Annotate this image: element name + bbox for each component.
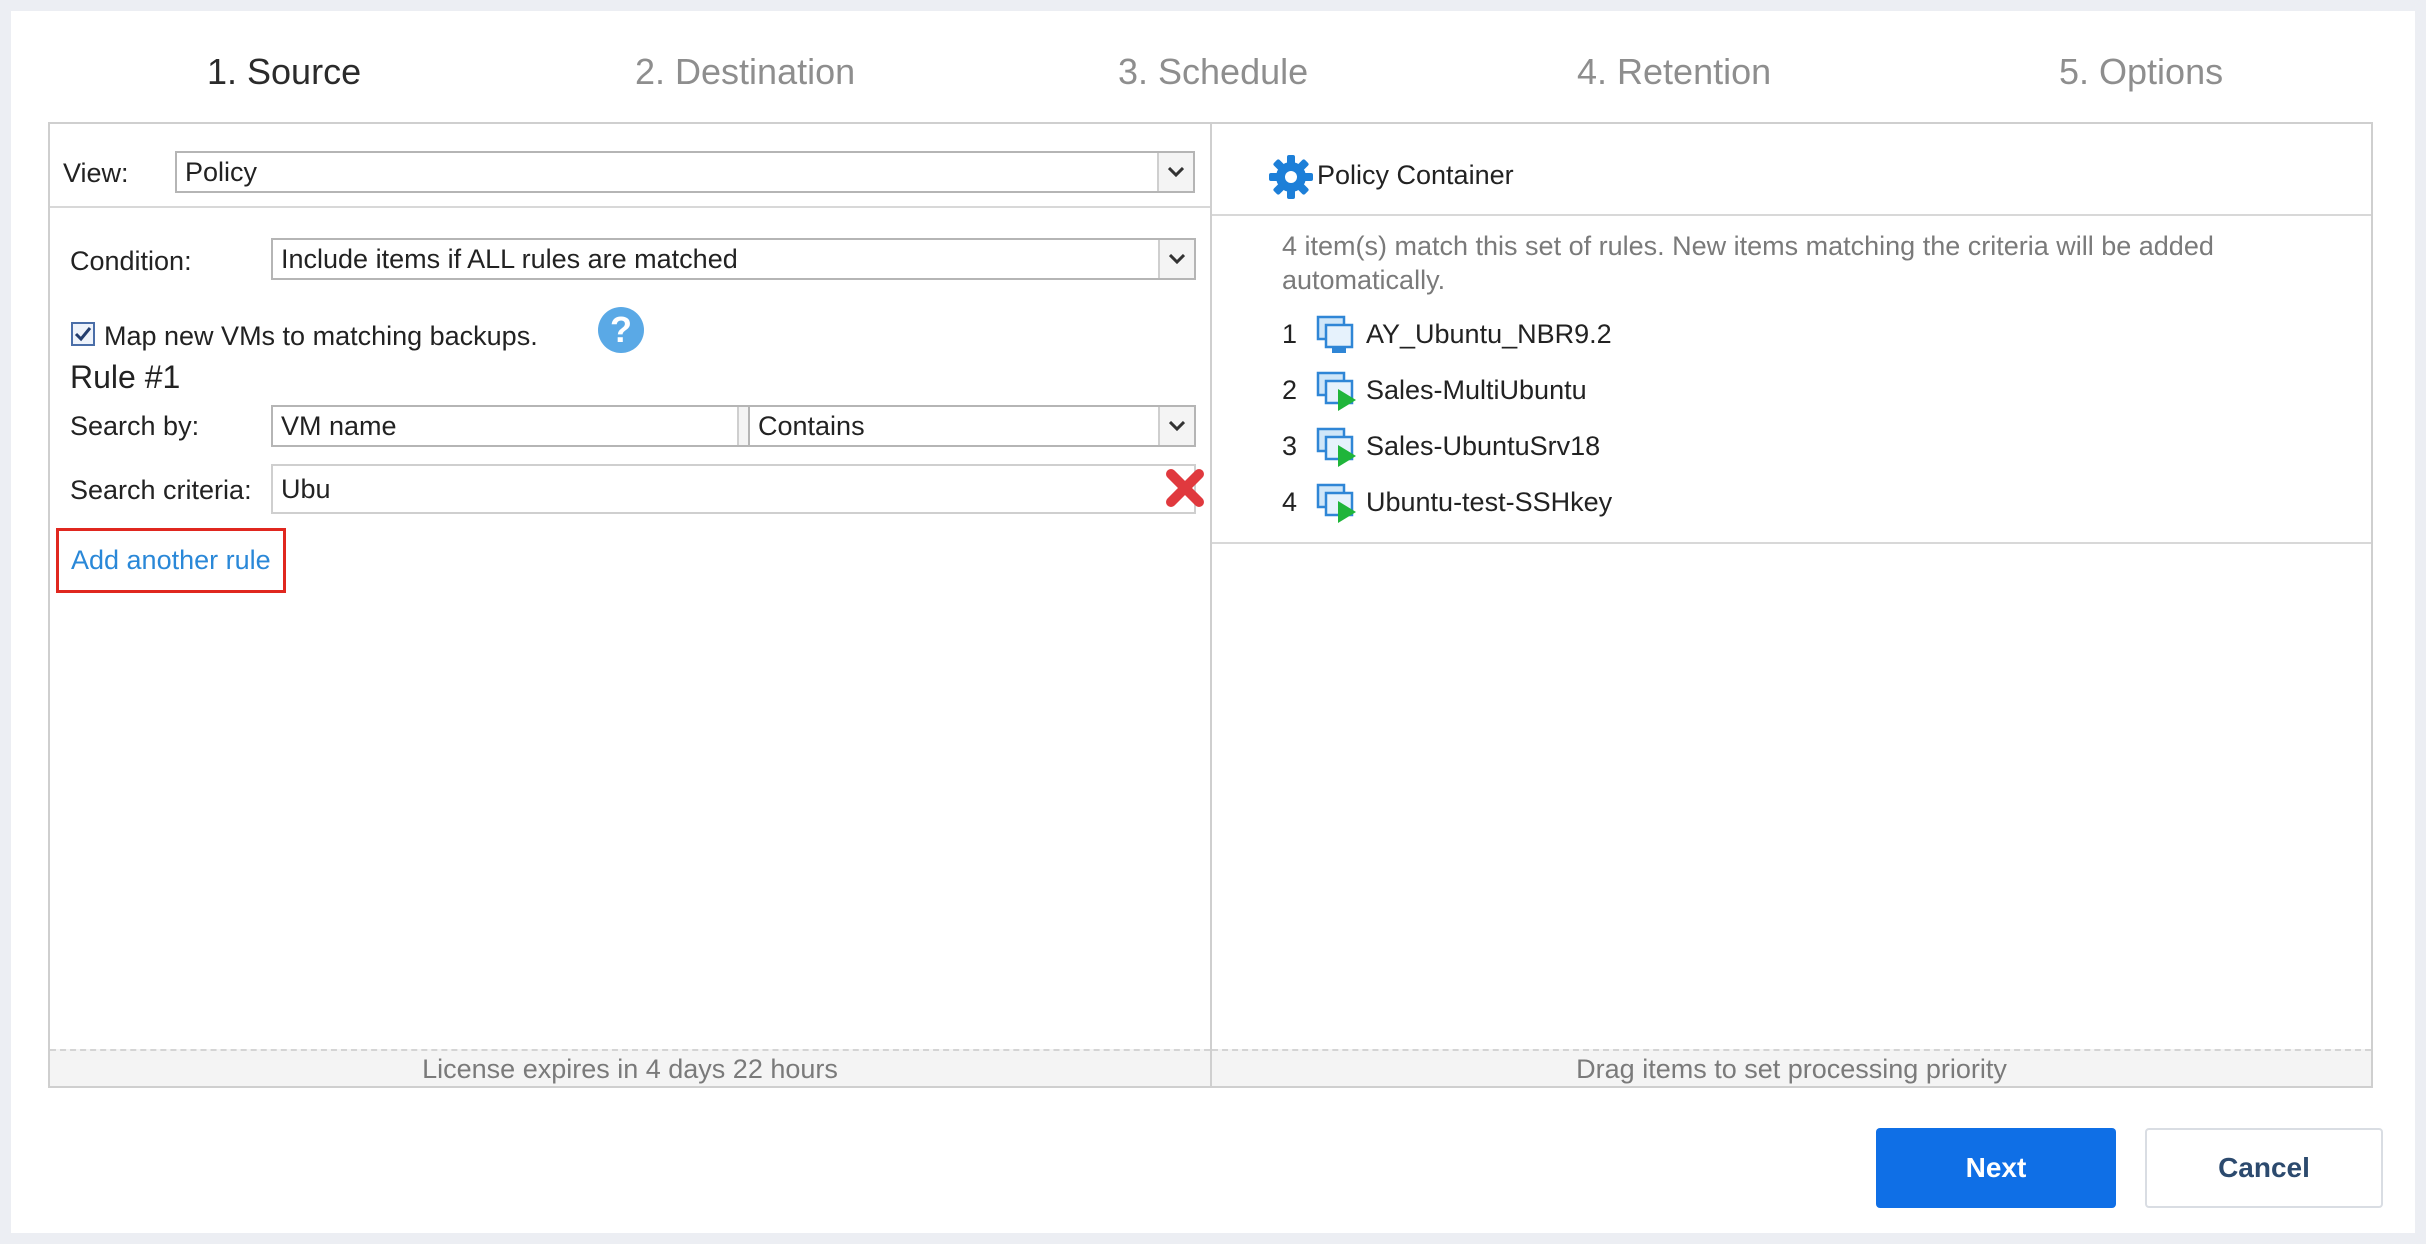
vm-running-icon	[1314, 369, 1358, 420]
rule-title: Rule #1	[70, 359, 181, 395]
vm-icon	[1314, 313, 1358, 364]
view-select-value: Policy	[185, 157, 258, 187]
vm-name: AY_Ubuntu_NBR9.2	[1366, 319, 1612, 349]
step-options[interactable]: 5. Options	[2059, 51, 2223, 93]
criteria-value: Ubu	[281, 474, 331, 504]
item-number: 1	[1282, 319, 1298, 349]
chevron-down-icon	[1158, 240, 1194, 278]
search-by-value: VM name	[281, 411, 397, 441]
chevron-down-icon	[1157, 153, 1193, 191]
license-footer: License expires in 4 days 22 hours	[50, 1049, 1210, 1086]
step-retention[interactable]: 4. Retention	[1577, 51, 1771, 93]
match-type-value: Contains	[758, 411, 865, 441]
criteria-input[interactable]: Ubu	[271, 464, 1196, 514]
view-label: View:	[63, 158, 129, 188]
search-by-label: Search by:	[70, 411, 200, 441]
wizard-steps: 1. Source 2. Destination 3. Schedule 4. …	[11, 11, 2415, 121]
match-info-text: 4 item(s) match this set of rules. New i…	[1282, 231, 2214, 295]
view-separator	[50, 206, 1210, 208]
policy-container-title: Policy Container	[1317, 160, 1514, 190]
help-icon[interactable]: ?	[598, 307, 644, 353]
item-number: 2	[1282, 375, 1298, 405]
priority-footer: Drag items to set processing priority	[1212, 1049, 2371, 1086]
search-by-select[interactable]: VM name	[271, 405, 775, 447]
pane-divider	[1210, 124, 1212, 1086]
delete-rule-icon[interactable]	[1164, 467, 1206, 514]
container-header-separator	[1212, 214, 2371, 216]
view-select[interactable]: Policy	[175, 151, 1195, 193]
items-separator	[1212, 542, 2371, 544]
criteria-label: Search criteria:	[70, 475, 252, 505]
next-button[interactable]: Next	[1876, 1128, 2116, 1208]
cancel-button[interactable]: Cancel	[2145, 1128, 2383, 1208]
step-source[interactable]: 1. Source	[207, 51, 361, 93]
map-vms-label: Map new VMs to matching backups.	[104, 321, 538, 351]
vm-running-icon	[1314, 481, 1358, 532]
map-vms-checkbox[interactable]	[71, 322, 95, 346]
condition-select[interactable]: Include items if ALL rules are matched	[271, 238, 1196, 280]
vm-name: Ubuntu-test-SSHkey	[1366, 487, 1613, 517]
step-destination[interactable]: 2. Destination	[635, 51, 855, 93]
add-another-rule-link[interactable]: Add another rule	[56, 528, 286, 593]
match-type-select[interactable]: Contains	[748, 405, 1196, 447]
wizard-frame: 1. Source 2. Destination 3. Schedule 4. …	[11, 11, 2415, 1233]
step-schedule[interactable]: 3. Schedule	[1118, 51, 1308, 93]
chevron-down-icon	[1158, 407, 1194, 445]
vm-name: Sales-UbuntuSrv18	[1366, 431, 1601, 461]
condition-label: Condition:	[70, 246, 192, 276]
item-number: 3	[1282, 431, 1298, 461]
item-number: 4	[1282, 487, 1298, 517]
gear-icon	[1267, 153, 1315, 206]
vm-name: Sales-MultiUbuntu	[1366, 375, 1587, 405]
condition-select-value: Include items if ALL rules are matched	[281, 244, 738, 274]
vm-running-icon	[1314, 425, 1358, 476]
